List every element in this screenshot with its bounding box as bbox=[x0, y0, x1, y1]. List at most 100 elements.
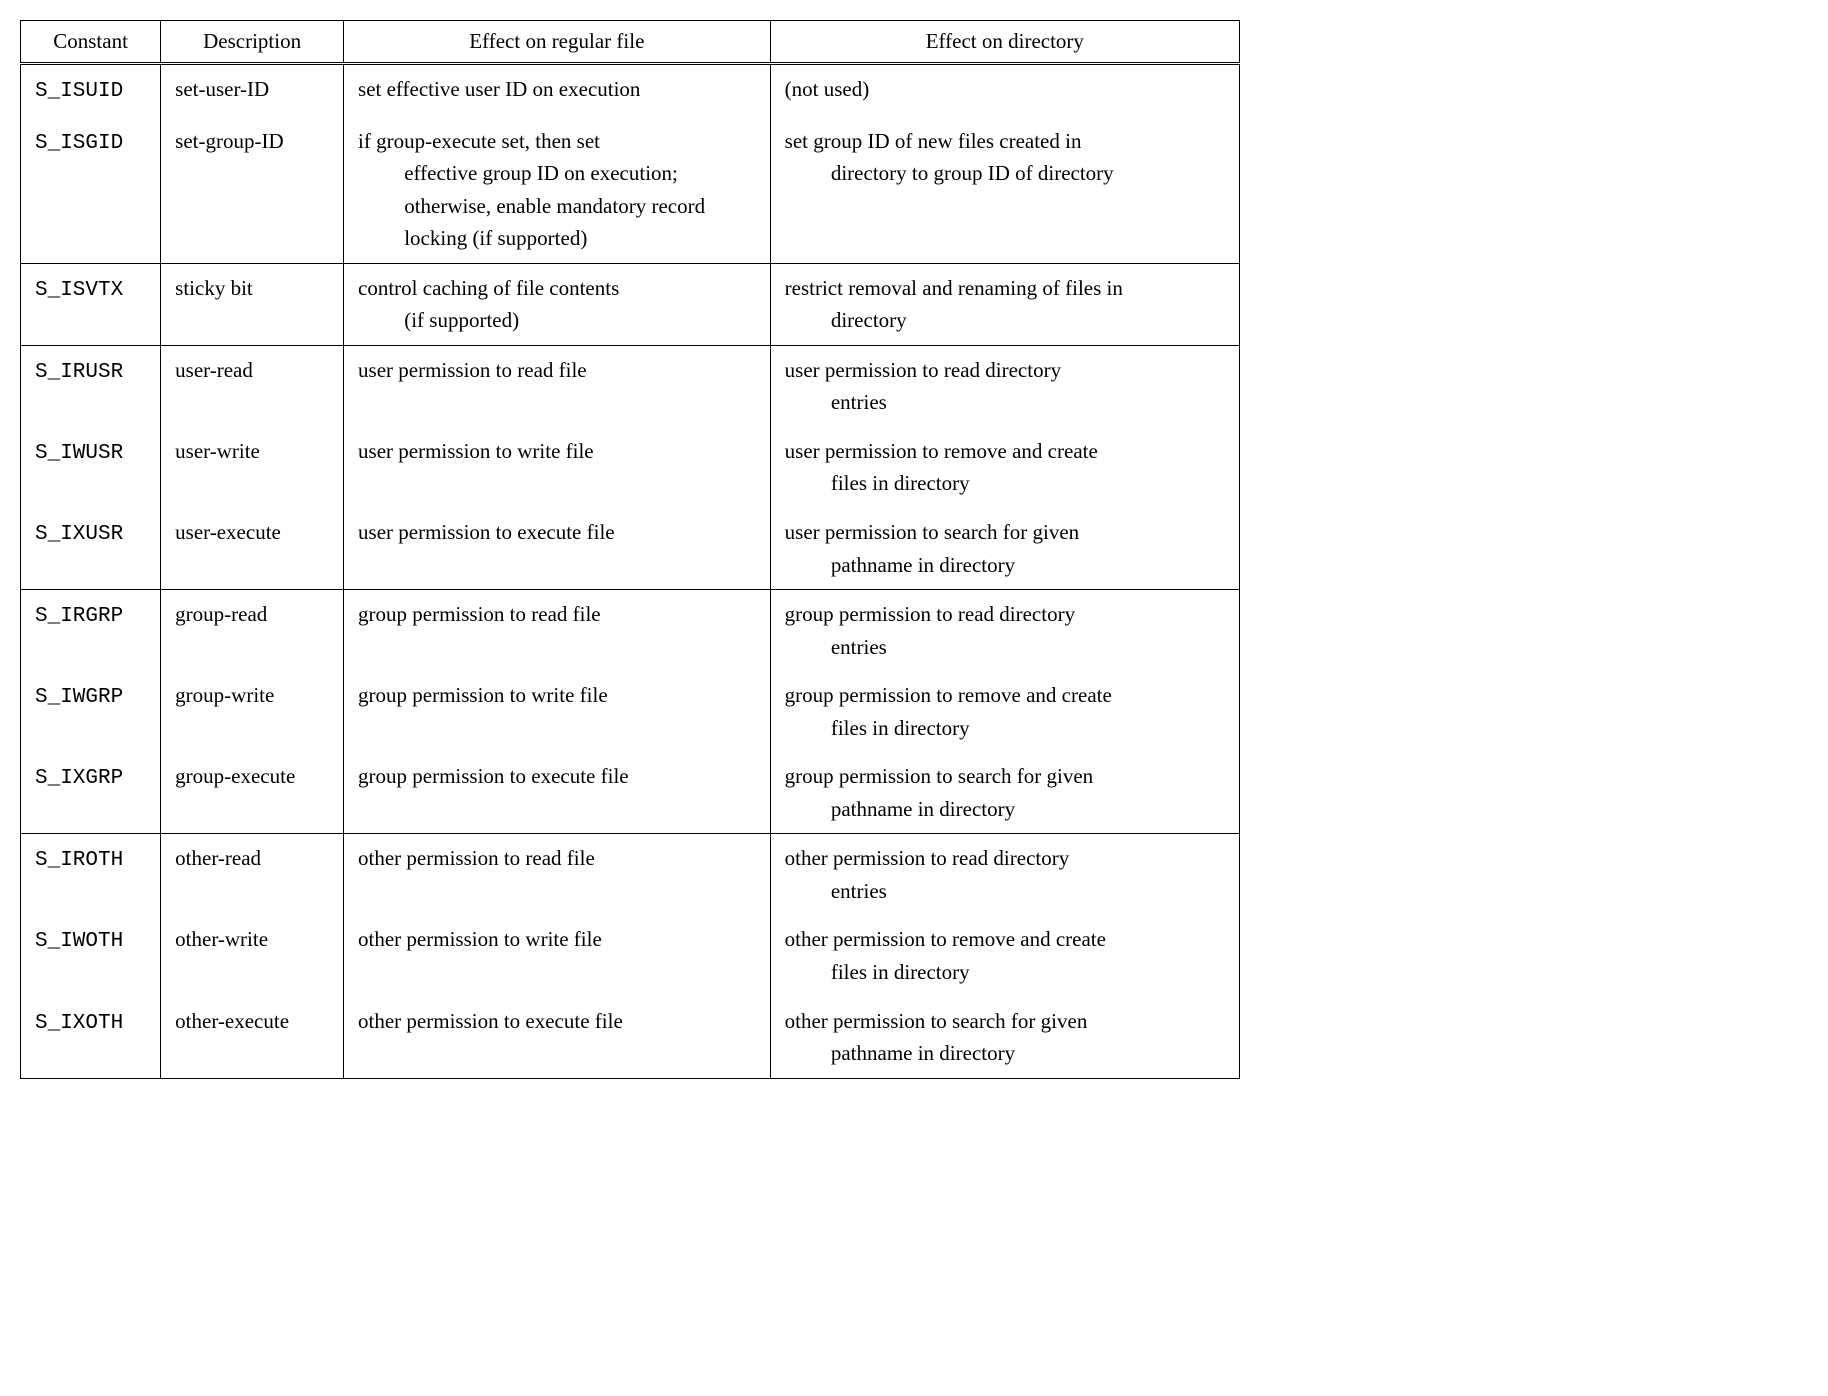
effect-dir-text: other permission to remove and create bbox=[785, 927, 1106, 951]
table-header-row: Constant Description Effect on regular f… bbox=[21, 21, 1240, 64]
effect-file-text: other permission to write file bbox=[358, 927, 602, 951]
cell-effect-dir: other permission to remove and createfil… bbox=[770, 915, 1239, 996]
effect-file-text: user permission to read file bbox=[358, 358, 587, 382]
effect-dir-text: user permission to remove and create bbox=[785, 439, 1098, 463]
effect-dir-cont: directory to group ID of directory bbox=[785, 157, 1225, 190]
effect-dir-cont: directory bbox=[785, 304, 1225, 337]
constant-code: S_IRUSR bbox=[35, 361, 123, 384]
cell-effect-file: group permission to execute file bbox=[344, 752, 771, 834]
cell-effect-file: group permission to read file bbox=[344, 590, 771, 672]
table-row: S_IXGRPgroup-execute group permission to … bbox=[21, 752, 1240, 834]
cell-constant: S_ISGID bbox=[21, 117, 161, 264]
cell-description: user-write bbox=[161, 427, 344, 508]
cell-constant: S_IXUSR bbox=[21, 508, 161, 590]
table-row: S_IXUSR user-execute user permission to ex… bbox=[21, 508, 1240, 590]
cell-effect-file: user permission to write file bbox=[344, 427, 771, 508]
cell-description: other-write bbox=[161, 915, 344, 996]
cell-effect-dir: user permission to search for given pathn… bbox=[770, 508, 1239, 590]
cell-effect-dir: set group ID of new files created in dire… bbox=[770, 117, 1239, 264]
cell-description: other-read bbox=[161, 834, 344, 916]
cell-effect-dir: other permission to read directory entrie… bbox=[770, 834, 1239, 916]
effect-file-cont: effective group ID on execution; otherwi… bbox=[358, 157, 756, 255]
cell-constant: S_ISUID bbox=[21, 64, 161, 117]
cell-description: other-execute bbox=[161, 997, 344, 1079]
cell-effect-dir: group permission to read directoryentrie… bbox=[770, 590, 1239, 672]
effect-dir-cont: pathname in directory bbox=[785, 549, 1225, 582]
header-constant: Constant bbox=[21, 21, 161, 64]
effect-dir-text: other permission to search for given bbox=[785, 1009, 1088, 1033]
cell-effect-file: control caching of file contents (if supp… bbox=[344, 263, 771, 345]
effect-file-text: group permission to execute file bbox=[358, 764, 629, 788]
cell-constant: S_IWUSR bbox=[21, 427, 161, 508]
effect-dir-cont: entries bbox=[785, 875, 1225, 908]
table-row: S_IXOTH other-execute other permission to … bbox=[21, 997, 1240, 1079]
effect-file-text: group permission to write file bbox=[358, 683, 608, 707]
cell-effect-dir: other permission to search for given path… bbox=[770, 997, 1239, 1079]
header-effect-dir: Effect on directory bbox=[770, 21, 1239, 64]
table-row: S_IWGRP group-write group permission to wr… bbox=[21, 671, 1240, 752]
effect-dir-cont: pathname in directory bbox=[785, 793, 1225, 826]
effect-dir-cont: pathname in directory bbox=[785, 1037, 1225, 1070]
cell-effect-dir: user permission to remove and createfile… bbox=[770, 427, 1239, 508]
cell-description: user-read bbox=[161, 345, 344, 427]
effect-file-text: user permission to execute file bbox=[358, 520, 615, 544]
cell-description: user-execute bbox=[161, 508, 344, 590]
cell-effect-dir: group permission to search for given path… bbox=[770, 752, 1239, 834]
effect-file-text: other permission to execute file bbox=[358, 1009, 623, 1033]
constant-code: S_IXOTH bbox=[35, 1012, 123, 1035]
table-row: S_IRGRP group-read group permission to rea… bbox=[21, 590, 1240, 672]
effect-dir-text: group permission to read directory bbox=[785, 602, 1075, 626]
cell-effect-dir: restrict removal and renaming of files i… bbox=[770, 263, 1239, 345]
cell-constant: S_IRGRP bbox=[21, 590, 161, 672]
header-description: Description bbox=[161, 21, 344, 64]
cell-effect-file: other permission to execute file bbox=[344, 997, 771, 1079]
cell-description: group-write bbox=[161, 671, 344, 752]
constant-code: S_ISVTX bbox=[35, 279, 123, 302]
effect-file-text: if group-execute set, then set bbox=[358, 129, 600, 153]
cell-constant: S_IXGRP bbox=[21, 752, 161, 834]
effect-dir-text: user permission to read directory bbox=[785, 358, 1061, 382]
cell-constant: S_IROTH bbox=[21, 834, 161, 916]
cell-constant: S_IXOTH bbox=[21, 997, 161, 1079]
effect-dir-cont: files in directory bbox=[785, 712, 1225, 745]
constant-code: S_IWOTH bbox=[35, 930, 123, 953]
cell-effect-file: user permission to execute file bbox=[344, 508, 771, 590]
table-row: S_ISUID set-user-ID set effective user ID … bbox=[21, 64, 1240, 117]
effect-dir-text: (not used) bbox=[785, 77, 870, 101]
cell-constant: S_IRUSR bbox=[21, 345, 161, 427]
constant-code: S_ISGID bbox=[35, 132, 123, 155]
constant-code: S_IWGRP bbox=[35, 686, 123, 709]
cell-effect-dir: user permission to read directoryentries bbox=[770, 345, 1239, 427]
cell-effect-file: other permission to read file bbox=[344, 834, 771, 916]
cell-description: sticky bit bbox=[161, 263, 344, 345]
effect-file-text: set effective user ID on execution bbox=[358, 77, 640, 101]
cell-description: set-group-ID bbox=[161, 117, 344, 264]
effect-file-text: control caching of file contents bbox=[358, 276, 619, 300]
header-effect-file: Effect on regular file bbox=[344, 21, 771, 64]
cell-effect-file: other permission to write file bbox=[344, 915, 771, 996]
effect-file-text: user permission to write file bbox=[358, 439, 594, 463]
constant-code: S_IROTH bbox=[35, 849, 123, 872]
cell-effect-dir: (not used) bbox=[770, 64, 1239, 117]
cell-description: group-execute bbox=[161, 752, 344, 834]
effect-dir-text: user permission to search for given bbox=[785, 520, 1080, 544]
cell-description: group-read bbox=[161, 590, 344, 672]
table-row: S_IWOTH other-write other permission to wr… bbox=[21, 915, 1240, 996]
constant-code: S_ISUID bbox=[35, 80, 123, 103]
effect-file-text: group permission to read file bbox=[358, 602, 601, 626]
cell-description: set-user-ID bbox=[161, 64, 344, 117]
table-row: S_IWUSRuser-write user permission to writ… bbox=[21, 427, 1240, 508]
effect-file-text: other permission to read file bbox=[358, 846, 595, 870]
effect-dir-text: set group ID of new files created in bbox=[785, 129, 1082, 153]
effect-dir-text: group permission to remove and create bbox=[785, 683, 1112, 707]
effect-dir-text: other permission to read directory bbox=[785, 846, 1070, 870]
permissions-table: Constant Description Effect on regular f… bbox=[20, 20, 1240, 1079]
constant-code: S_IXUSR bbox=[35, 523, 123, 546]
cell-effect-file: group permission to write file bbox=[344, 671, 771, 752]
effect-file-cont: (if supported) bbox=[358, 304, 756, 337]
constant-code: S_IRGRP bbox=[35, 605, 123, 628]
cell-effect-file: if group-execute set, then set effective … bbox=[344, 117, 771, 264]
cell-effect-dir: group permission to remove and create fil… bbox=[770, 671, 1239, 752]
effect-dir-text: group permission to search for given bbox=[785, 764, 1094, 788]
cell-effect-file: user permission to read file bbox=[344, 345, 771, 427]
